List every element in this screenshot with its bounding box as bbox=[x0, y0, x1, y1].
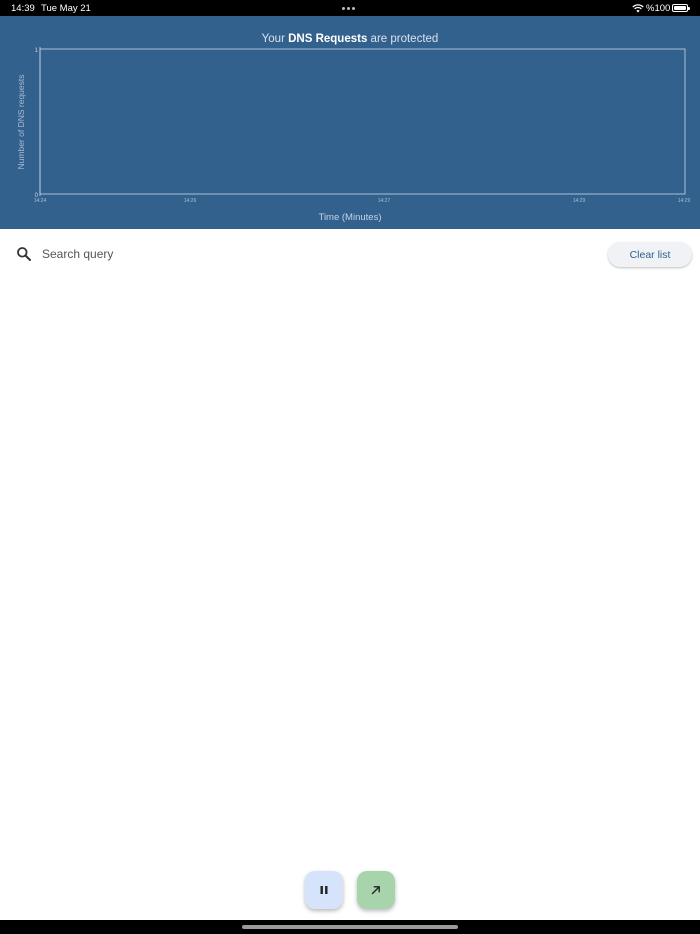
dns-chart-panel: Your DNS Requests are protected 1 0 Numb… bbox=[0, 16, 700, 229]
x-tick-label: 14:27 bbox=[378, 198, 391, 204]
chart-x-label: Time (Minutes) bbox=[319, 212, 382, 223]
home-indicator[interactable] bbox=[242, 925, 458, 929]
x-tick-label: 14:29 bbox=[678, 198, 691, 204]
status-date: Tue May 21 bbox=[41, 3, 91, 14]
arrow-up-right-icon bbox=[371, 886, 380, 895]
dns-requests-chart: Your DNS Requests are protected 1 0 Numb… bbox=[16, 33, 691, 223]
multitasking-dots-icon[interactable] bbox=[342, 7, 358, 10]
search-row: Clear list bbox=[0, 229, 700, 277]
open-external-button[interactable] bbox=[357, 871, 395, 909]
pause-button[interactable] bbox=[305, 871, 343, 909]
chart-y-label: Number of DNS requests bbox=[16, 75, 26, 170]
x-tick-label: 14:24 bbox=[34, 198, 47, 204]
x-tick-label: 14:29 bbox=[573, 198, 586, 204]
wifi-icon bbox=[632, 4, 644, 13]
status-bar: 14:39 Tue May 21 %100 bbox=[0, 0, 700, 16]
home-bar-area bbox=[0, 920, 700, 934]
chart-title: Your DNS Requests are protected bbox=[262, 33, 439, 45]
battery-percent: %100 bbox=[646, 3, 671, 14]
x-tick-label: 14:26 bbox=[184, 198, 197, 204]
chart-plot-frame bbox=[39, 48, 686, 195]
pause-icon bbox=[320, 886, 328, 894]
search-input[interactable] bbox=[40, 242, 444, 266]
y-tick-label: 1 bbox=[35, 48, 39, 54]
battery-icon bbox=[672, 4, 690, 12]
clear-list-button[interactable]: Clear list bbox=[608, 242, 692, 267]
status-time: 14:39 bbox=[11, 3, 35, 14]
search-icon bbox=[17, 247, 31, 261]
